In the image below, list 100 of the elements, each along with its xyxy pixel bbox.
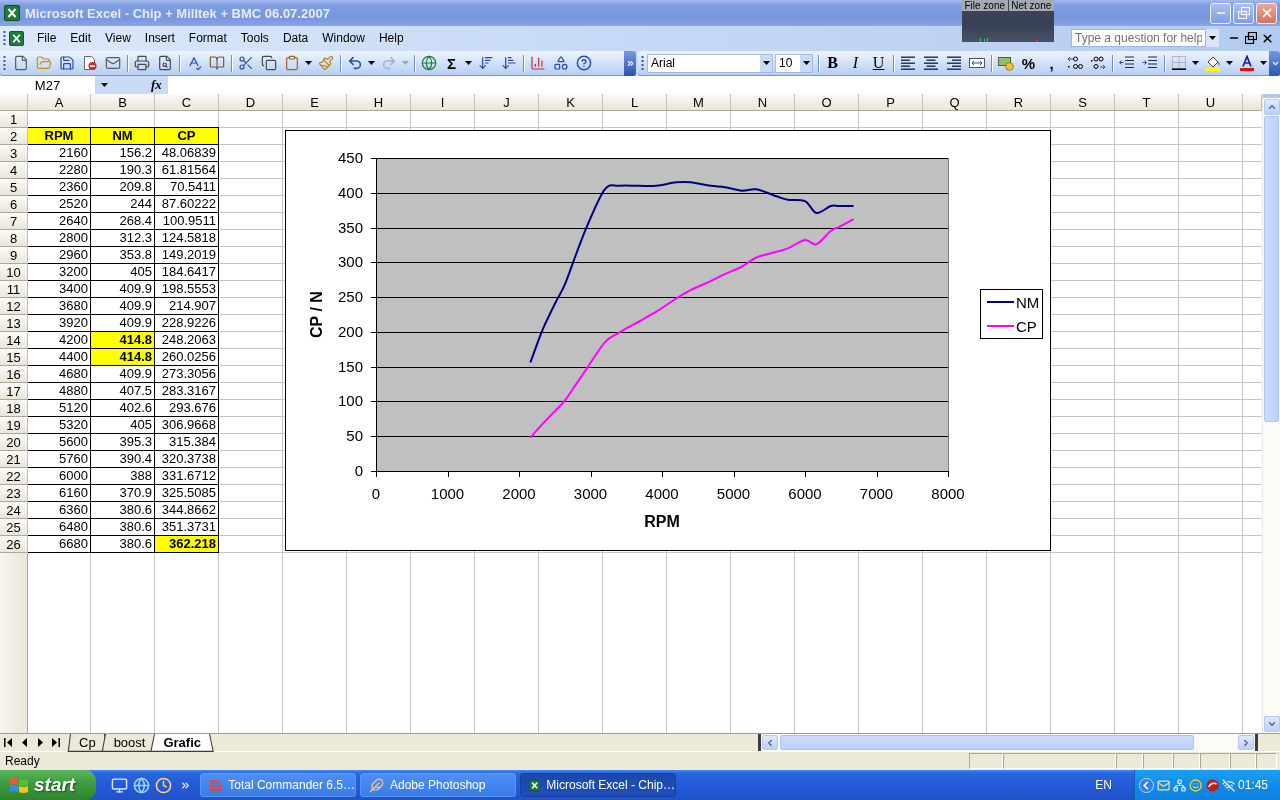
triangle-right-icon[interactable] <box>37 737 43 747</box>
column-header[interactable]: D <box>219 94 283 111</box>
formula-field[interactable] <box>167 76 1280 94</box>
menu-item[interactable]: Data <box>275 29 316 47</box>
help-icon[interactable] <box>575 55 592 71</box>
column-header[interactable]: R <box>987 94 1051 111</box>
bar-chart-icon[interactable] <box>529 55 546 71</box>
page-stop-icon[interactable] <box>81 55 98 71</box>
toolbar-options-button[interactable] <box>1269 50 1280 76</box>
column-header[interactable]: B <box>91 94 155 111</box>
row-header[interactable]: 9 <box>0 247 28 264</box>
column-header[interactable]: M <box>667 94 731 111</box>
toolbar-options-button[interactable] <box>624 50 636 76</box>
caret-icon[interactable] <box>465 61 472 65</box>
column-header[interactable]: U <box>1179 94 1243 111</box>
row-header[interactable]: 24 <box>0 502 28 519</box>
row-header[interactable]: 22 <box>0 468 28 485</box>
row-header[interactable]: 7 <box>0 213 28 230</box>
row-header[interactable]: 11 <box>0 281 28 298</box>
comma-button[interactable]: , <box>1040 52 1063 74</box>
font-color-icon[interactable] <box>1238 55 1255 71</box>
scissors-icon[interactable] <box>237 55 254 71</box>
caret-icon[interactable] <box>100 83 108 87</box>
scrollbar-thumb[interactable] <box>780 735 1194 750</box>
grip-handle[interactable] <box>641 55 644 71</box>
row-header[interactable]: 26 <box>0 536 28 553</box>
caret-icon[interactable] <box>1209 36 1216 40</box>
help-search-field[interactable]: Type a question for help <box>1071 29 1206 47</box>
percent-button[interactable]: % <box>1017 52 1040 74</box>
decimal-decrease-icon[interactable] <box>1089 55 1106 71</box>
autosum-button[interactable]: Σ <box>440 52 463 74</box>
menu-item[interactable]: File <box>30 29 64 47</box>
row-header[interactable]: 13 <box>0 315 28 332</box>
copy-icon[interactable] <box>260 55 277 71</box>
spreadsheet-icon[interactable] <box>9 30 24 46</box>
row-header[interactable]: 23 <box>0 485 28 502</box>
indent-increase-icon[interactable] <box>1141 55 1158 71</box>
wireless-off-icon[interactable] <box>1221 777 1235 793</box>
underline-button[interactable]: U <box>867 52 890 74</box>
close-icon[interactable] <box>1261 31 1274 45</box>
column-header[interactable]: Q <box>923 94 987 111</box>
row-header[interactable]: 18 <box>0 400 28 417</box>
envelope-icon[interactable] <box>104 55 121 71</box>
decimal-increase-icon[interactable] <box>1066 55 1083 71</box>
skip-to-end-icon[interactable] <box>52 737 60 747</box>
skip-to-start-icon[interactable] <box>4 737 12 747</box>
column-header[interactable]: O <box>795 94 859 111</box>
scroll-right-button[interactable] <box>1238 735 1254 750</box>
caret-icon[interactable] <box>1226 61 1233 65</box>
font-name-dropdown[interactable]: Arial <box>647 53 773 73</box>
row-header[interactable]: 19 <box>0 417 28 434</box>
row-header[interactable]: 20 <box>0 434 28 451</box>
caret-icon[interactable] <box>305 61 312 65</box>
insert-function-button[interactable]: fx <box>147 76 166 94</box>
row-header[interactable]: 1 <box>0 111 28 128</box>
row-header[interactable]: 12 <box>0 298 28 315</box>
sort-ascending-icon[interactable] <box>477 55 494 71</box>
row-header[interactable]: 21 <box>0 451 28 468</box>
split-handle[interactable] <box>758 734 761 751</box>
row-header[interactable]: 6 <box>0 196 28 213</box>
row-header[interactable]: 8 <box>0 230 28 247</box>
page-search-icon[interactable] <box>156 55 173 71</box>
column-header[interactable]: S <box>1051 94 1115 111</box>
split-handle[interactable] <box>1263 94 1280 98</box>
menu-item[interactable]: Help <box>371 29 411 47</box>
clock-icon[interactable] <box>154 776 172 794</box>
italic-button[interactable]: I <box>844 52 867 74</box>
merge-center-icon[interactable] <box>968 55 985 71</box>
menu-item[interactable]: Edit <box>63 29 99 47</box>
monitor-icon[interactable] <box>110 776 128 794</box>
menu-item[interactable]: Tools <box>233 29 276 47</box>
row-header[interactable]: 5 <box>0 179 28 196</box>
paintbrush-icon[interactable] <box>317 55 334 71</box>
column-header[interactable]: H <box>347 94 411 111</box>
envelope-icon[interactable] <box>1156 777 1171 793</box>
row-header[interactable]: 14 <box>0 332 28 349</box>
column-header[interactable]: J <box>475 94 539 111</box>
bold-button[interactable]: B <box>821 52 844 74</box>
row-header[interactable]: 10 <box>0 264 28 281</box>
triangle-left-icon[interactable] <box>21 737 27 747</box>
book-icon[interactable] <box>208 55 225 71</box>
scroll-up-button[interactable] <box>1264 99 1280 115</box>
close-button[interactable] <box>1256 2 1277 24</box>
align-left-icon[interactable] <box>899 55 916 71</box>
sort-descending-icon[interactable] <box>500 55 517 71</box>
horizontal-scrollbar[interactable] <box>758 734 1258 751</box>
printer-icon[interactable] <box>133 55 150 71</box>
column-header[interactable]: A <box>28 94 91 111</box>
name-box[interactable]: M27 <box>0 76 95 94</box>
fill-color-icon[interactable] <box>1204 55 1221 71</box>
row-header[interactable]: 4 <box>0 162 28 179</box>
caret-icon[interactable] <box>802 61 810 65</box>
column-header[interactable]: E <box>283 94 347 111</box>
split-handle[interactable] <box>1255 734 1258 751</box>
scroll-left-button[interactable] <box>762 735 778 750</box>
row-header[interactable]: 2 <box>0 128 28 145</box>
row-header[interactable]: 25 <box>0 519 28 536</box>
scrollbar-thumb[interactable] <box>1264 116 1279 422</box>
network-icon[interactable] <box>1173 777 1187 793</box>
column-header[interactable]: P <box>859 94 923 111</box>
